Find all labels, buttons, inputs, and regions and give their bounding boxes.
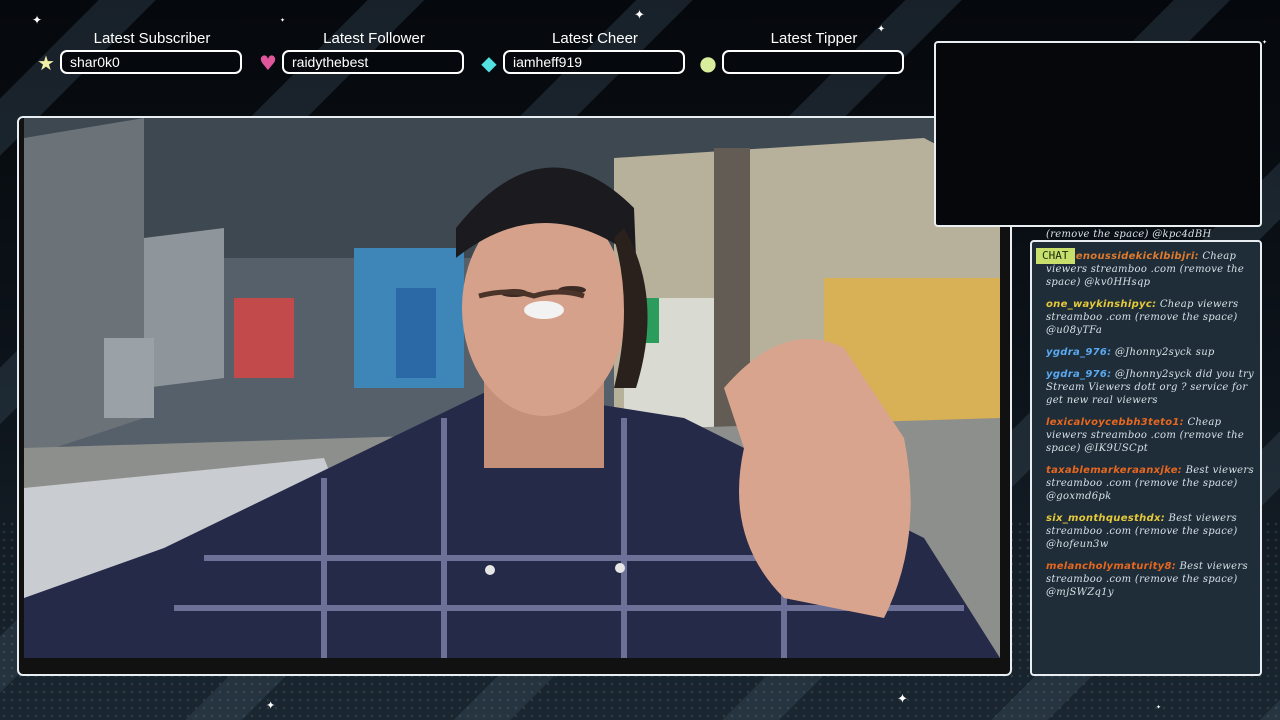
- chat-message: indigenoussidekicklbibjri: Cheap viewers…: [1046, 250, 1260, 289]
- chat-username[interactable]: melancholymaturity8:: [1046, 561, 1176, 572]
- latest-subscriber-value: shar0k0: [60, 50, 242, 74]
- coin-icon: ●: [699, 51, 717, 75]
- chat-message: six_monthquesthdx: Best viewers streambo…: [1046, 512, 1260, 551]
- sparkle-icon: ✦: [266, 699, 276, 712]
- latest-subscriber-widget: Latest Subscriber ★ shar0k0: [34, 30, 242, 75]
- sparkle-icon: ✦: [32, 13, 43, 27]
- secondary-camera-panel: [934, 41, 1262, 227]
- latest-tipper-widget: Latest Tipper ●: [696, 30, 904, 75]
- chat-message: (remove the space) @kpc4dBH: [1046, 228, 1260, 241]
- sparkle-icon: ✦: [634, 8, 645, 23]
- chat-username[interactable]: taxablemarkeraanxjke:: [1046, 465, 1182, 476]
- chat-username[interactable]: ygdra_976:: [1046, 369, 1111, 380]
- alert-title: Latest Cheer: [552, 30, 638, 47]
- latest-follower-value: raidythebest: [282, 50, 464, 74]
- chat-message-list[interactable]: (remove the space) @kpc4dBH indigenoussid…: [1046, 228, 1260, 674]
- sparkle-icon: ✦: [1156, 704, 1162, 711]
- alert-title: Latest Subscriber: [93, 30, 211, 47]
- alert-title: Latest Follower: [323, 30, 425, 47]
- chat-message: taxablemarkeraanxjke: Best viewers strea…: [1046, 464, 1260, 503]
- webcam-feed: [24, 118, 1000, 658]
- sparkle-icon: ✦: [280, 17, 286, 24]
- chat-message: melancholymaturity8: Best viewers stream…: [1046, 560, 1260, 599]
- chat-username[interactable]: ygdra_976:: [1046, 347, 1111, 358]
- chat-username[interactable]: one_waykinshipyc:: [1046, 299, 1156, 310]
- chat-message: lexicalvoycebbh3teto1: Cheap viewers str…: [1046, 416, 1260, 455]
- chat-label: CHAT: [1036, 248, 1075, 264]
- chat-message: one_waykinshipyc: Cheap viewers streambo…: [1046, 298, 1260, 337]
- sparkle-icon: ✦: [897, 692, 908, 707]
- latest-tipper-value: [722, 50, 904, 74]
- chat-username[interactable]: lexicalvoycebbh3teto1:: [1046, 417, 1184, 428]
- chat-message-text: @Jhonny2syck sup: [1114, 347, 1215, 358]
- gem-icon: ◆: [481, 51, 497, 75]
- heart-icon: ♥: [259, 51, 277, 75]
- chat-message: ygdra_976: @Jhonny2syck sup: [1046, 346, 1260, 359]
- webcam-scene-image: [24, 118, 1000, 658]
- chat-message-text: (remove the space) @kpc4dBH: [1046, 229, 1212, 240]
- chat-username[interactable]: six_monthquesthdx:: [1046, 513, 1165, 524]
- chat-message: ygdra_976: @Jhonny2syck did you try Stre…: [1046, 368, 1260, 407]
- star-icon: ★: [37, 51, 55, 75]
- latest-cheer-widget: Latest Cheer ◆ iamheff919: [477, 30, 685, 75]
- latest-follower-widget: Latest Follower ♥ raidythebest: [256, 30, 464, 75]
- sparkle-icon: ✦: [1262, 39, 1268, 46]
- alert-title: Latest Tipper: [770, 30, 858, 47]
- latest-cheer-value: iamheff919: [503, 50, 685, 74]
